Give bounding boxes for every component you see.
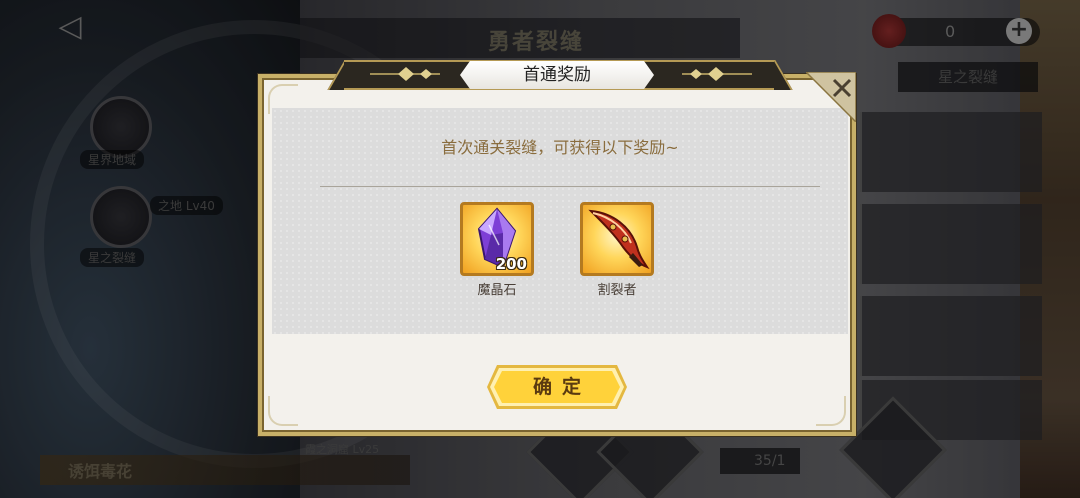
reward-name: 魔晶石 bbox=[477, 283, 517, 298]
reward-tile[interactable]: 200 bbox=[460, 202, 534, 276]
ribbon-diamond-ornament bbox=[682, 67, 752, 81]
crimson-blade-icon bbox=[588, 209, 650, 270]
ribbon-diamond-ornament bbox=[370, 67, 440, 81]
divider bbox=[320, 186, 820, 187]
confirm-button-label[interactable]: 确定 bbox=[487, 365, 627, 409]
corner-ornament bbox=[816, 396, 846, 426]
corner-ornament bbox=[268, 396, 298, 426]
reward-count: 200 bbox=[495, 255, 527, 273]
reward-name: 割裂者 bbox=[597, 283, 637, 298]
reward-item[interactable]: 割裂者 bbox=[580, 202, 658, 298]
reward-tile[interactable] bbox=[580, 202, 654, 276]
dialog-title: 首通奖励 bbox=[460, 61, 654, 89]
dialog-subtitle: 首次通关裂缝，可获得以下奖励~ bbox=[441, 138, 679, 157]
reward-item[interactable]: 200 魔晶石 bbox=[460, 202, 538, 298]
reward-content-area: 首次通关裂缝，可获得以下奖励~ 200 魔晶石 割裂者 bbox=[272, 108, 848, 334]
close-icon[interactable] bbox=[806, 72, 856, 122]
